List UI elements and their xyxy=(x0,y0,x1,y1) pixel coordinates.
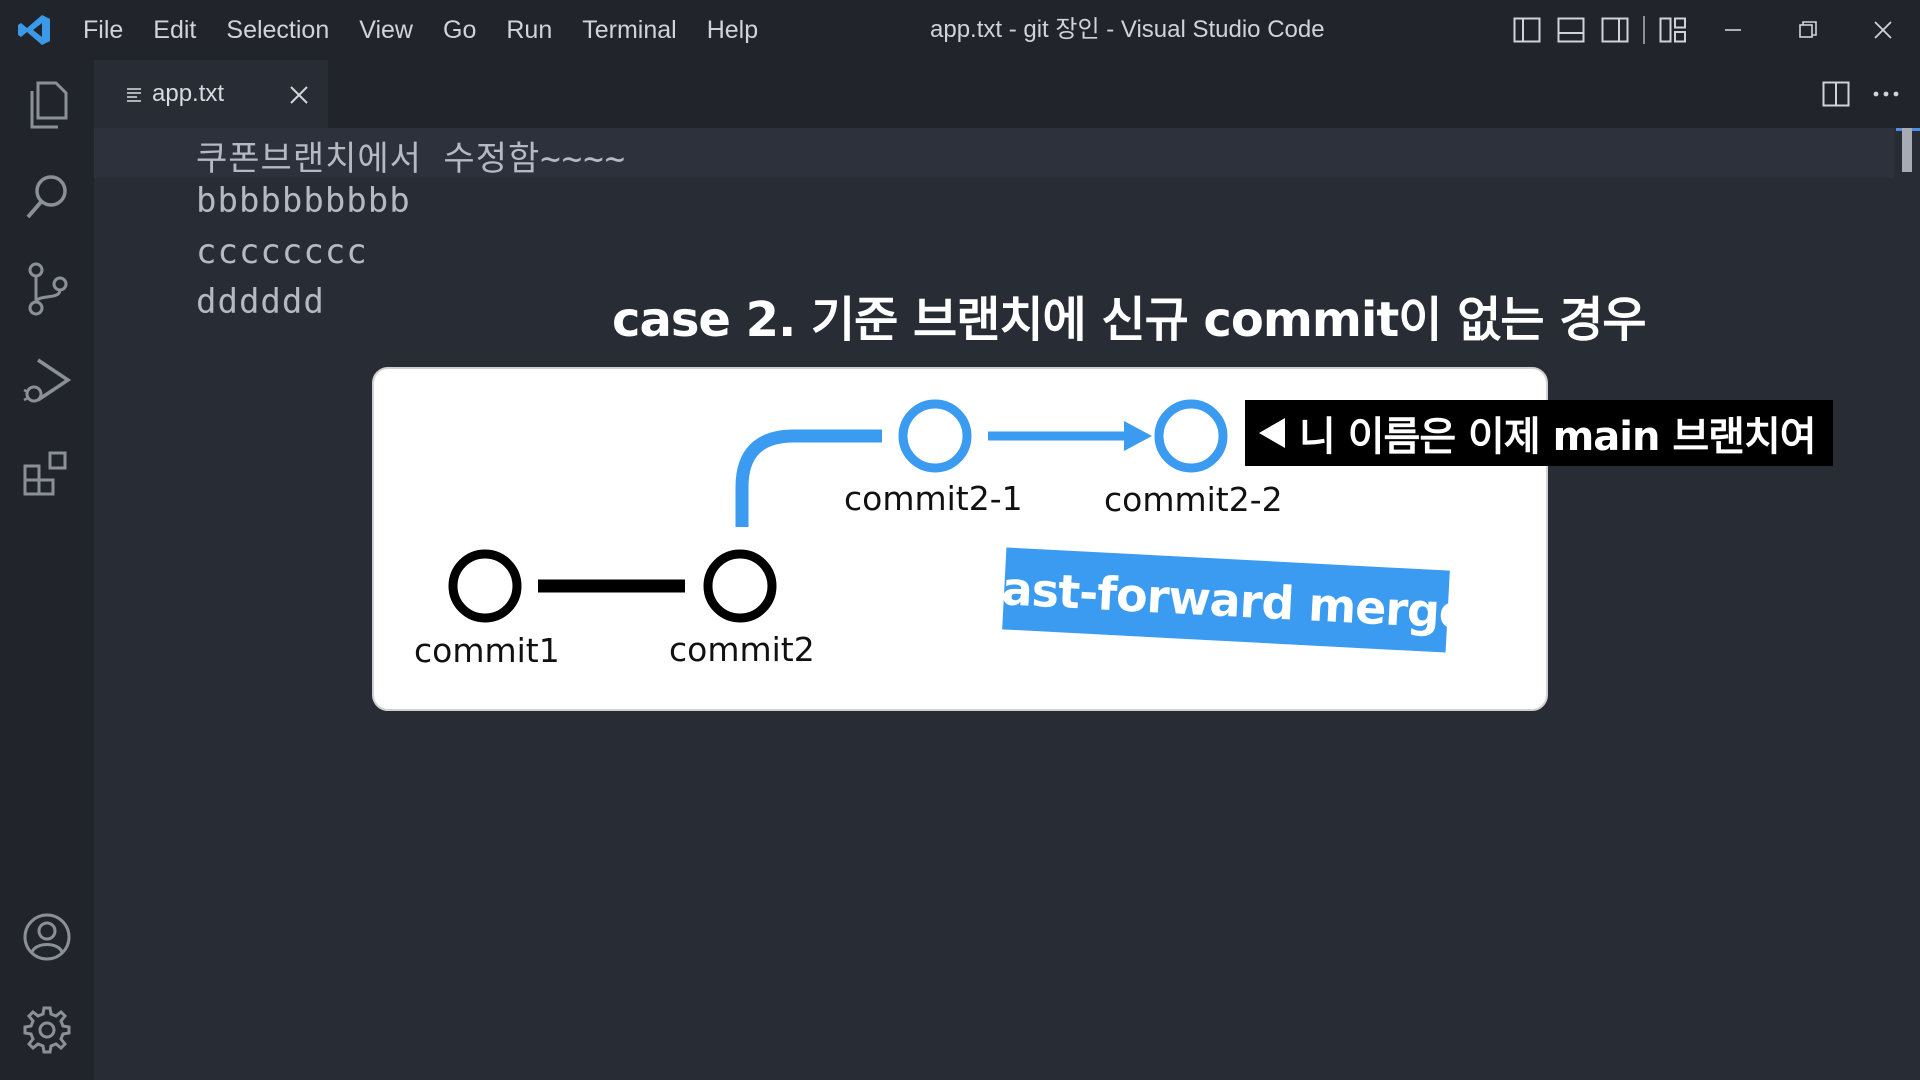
menu-view[interactable]: View xyxy=(344,16,428,45)
close-window-button[interactable] xyxy=(1845,0,1920,60)
menu-bar: File Edit Selection View Go Run Terminal… xyxy=(68,0,773,60)
commit2-2-label: commit2-2 xyxy=(1104,480,1283,519)
tab-label: app.txt xyxy=(152,80,225,107)
activity-search[interactable] xyxy=(0,152,94,242)
tab-app-txt[interactable]: app.txt xyxy=(94,60,328,128)
close-tab-icon[interactable] xyxy=(289,85,309,105)
title-separator xyxy=(1637,0,1651,60)
activity-extensions[interactable] xyxy=(0,428,94,518)
title-bar: File Edit Selection View Go Run Terminal… xyxy=(0,0,1920,60)
menu-run[interactable]: Run xyxy=(491,16,567,45)
menu-go[interactable]: Go xyxy=(428,16,491,45)
commit2-1-label: commit2-1 xyxy=(844,479,1023,518)
commit2-node xyxy=(703,549,777,623)
main-branch-callout: 니 이름은 이제 main 브랜치여 xyxy=(1245,400,1833,466)
restore-button[interactable] xyxy=(1770,0,1845,60)
close-icon xyxy=(1873,21,1892,39)
sidebar-right-icon xyxy=(1601,17,1629,43)
activity-source-control[interactable] xyxy=(0,244,94,334)
code-line-3[interactable]: cccccccc xyxy=(196,232,368,272)
commit1-node xyxy=(448,549,522,623)
menu-terminal[interactable]: Terminal xyxy=(567,16,691,45)
toggle-panel-button[interactable] xyxy=(1549,0,1593,60)
menu-file[interactable]: File xyxy=(68,16,138,45)
editor-actions xyxy=(1822,60,1900,128)
extensions-icon xyxy=(23,451,67,496)
lines-icon xyxy=(127,88,141,102)
more-actions-icon[interactable] xyxy=(1872,90,1900,98)
commit2-label: commit2 xyxy=(669,630,815,669)
account-icon xyxy=(23,913,71,961)
menu-help[interactable]: Help xyxy=(692,16,773,45)
run-debug-icon xyxy=(23,358,72,403)
callout-text: 니 이름은 이제 main 브랜치여 xyxy=(1299,414,1817,460)
search-icon xyxy=(26,175,67,219)
customize-layout-button[interactable] xyxy=(1651,0,1695,60)
activity-run-debug[interactable] xyxy=(0,336,94,426)
activity-settings[interactable] xyxy=(0,985,94,1075)
badge-text: fast-forward merge xyxy=(981,560,1471,640)
commit2-1-node xyxy=(898,399,972,473)
toggle-secondary-sidebar-button[interactable] xyxy=(1593,0,1637,60)
vscode-logo-icon xyxy=(18,15,50,45)
code-line-2[interactable]: bbbbbbbbbb xyxy=(196,181,411,221)
commit2-2-node xyxy=(1154,399,1228,473)
window-controls xyxy=(1505,0,1920,60)
arrow-head xyxy=(1124,421,1152,451)
restore-icon xyxy=(1798,21,1817,38)
menu-edit[interactable]: Edit xyxy=(138,16,211,45)
window-title: app.txt - git 장인 - Visual Studio Code xyxy=(930,16,1325,43)
code-line-1[interactable]: 쿠폰브랜치에서 수정함~~~~ xyxy=(196,131,626,180)
pointer-triangle-icon xyxy=(1259,418,1285,448)
menu-selection[interactable]: Selection xyxy=(211,16,344,45)
commit1-label: commit1 xyxy=(414,631,560,670)
activity-bar xyxy=(0,60,94,1080)
minimize-icon xyxy=(1724,29,1741,31)
activity-explorer[interactable] xyxy=(0,60,94,150)
panel-icon xyxy=(1557,17,1585,43)
sidebar-left-icon xyxy=(1513,17,1541,43)
code-line-4[interactable]: dddddd xyxy=(196,282,325,322)
split-editor-icon[interactable] xyxy=(1822,81,1850,107)
activity-accounts[interactable] xyxy=(0,892,94,982)
toggle-primary-sidebar-button[interactable] xyxy=(1505,0,1549,60)
video-caption: case 2. 기준 브랜치에 신규 commit이 없는 경우 xyxy=(612,292,1647,348)
minimize-button[interactable] xyxy=(1695,0,1770,60)
settings-gear-icon xyxy=(23,1006,71,1054)
explorer-icon xyxy=(30,81,68,129)
editor-scrollbar[interactable] xyxy=(1902,128,1912,172)
tab-bar: app.txt xyxy=(94,60,1920,128)
source-control-icon xyxy=(28,262,68,316)
layout-icon xyxy=(1659,17,1686,43)
